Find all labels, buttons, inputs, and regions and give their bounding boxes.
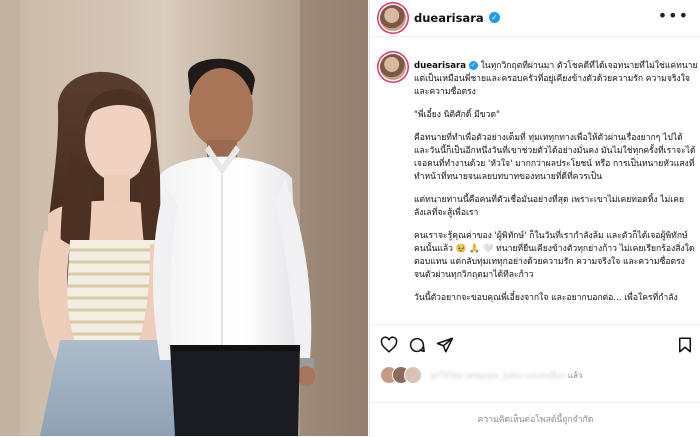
author-username[interactable]: duearisara bbox=[414, 11, 484, 25]
caption-avatar[interactable] bbox=[380, 54, 406, 80]
post-header: duearisara ✓ ••• bbox=[370, 0, 700, 37]
more-icon[interactable]: ••• bbox=[658, 6, 689, 25]
comment-icon[interactable] bbox=[408, 336, 426, 354]
post-sidebar: duearisara ✓ ••• duearisara ✓ ในทุกวิกฤต… bbox=[369, 0, 700, 436]
post-caption: duearisara ✓ ในทุกวิกฤตที่ผ่านมา ตัวโชคด… bbox=[414, 60, 698, 322]
comments-limited-notice: ความคิดเห็นต่อโพสต์นี้ถูกจำกัด bbox=[370, 402, 700, 437]
post-image bbox=[0, 0, 368, 436]
likes-summary[interactable]: ถูกใจโดย lalapopo_baby และคนอื่นๆ แล้ว bbox=[378, 364, 698, 390]
likes-blurred: ถูกใจโดย lalapopo_baby และคนอื่นๆ bbox=[430, 371, 566, 380]
liker-avatar bbox=[404, 366, 422, 384]
caption-paragraph-5: คนเราจะรู้คุณค่าของ 'ผู้พิทักษ์' ก็ในวัน… bbox=[414, 231, 695, 280]
caption-paragraph-3: คือทนายที่ทำเพื่อตัวอย่างเต็มที่ ทุ่มเทท… bbox=[414, 133, 696, 182]
post-actions bbox=[370, 324, 700, 363]
verified-icon: ✓ bbox=[468, 61, 478, 70]
post-photo[interactable] bbox=[0, 0, 368, 436]
bookmark-icon[interactable] bbox=[676, 336, 694, 354]
verified-icon: ✓ bbox=[489, 12, 500, 23]
caption-paragraph-6: วันนี้ตัวอยากจะขอบคุณพี่เอี๋ยงจากใจ และอ… bbox=[414, 293, 678, 303]
caption-username[interactable]: duearisara bbox=[414, 61, 466, 71]
author-avatar[interactable] bbox=[380, 5, 406, 31]
likes-suffix: แล้ว bbox=[567, 371, 583, 380]
likes-text: ถูกใจโดย lalapopo_baby และคนอื่นๆ แล้ว bbox=[430, 369, 690, 382]
heart-icon[interactable] bbox=[380, 336, 398, 354]
caption-paragraph-2: "พี่เอี๋ยง นิติศักดิ์ มีขวด" bbox=[414, 110, 501, 120]
caption-paragraph-4: แต่ทนายท่านนี้คือคนที่ตัวเชื่อมั่นอย่างท… bbox=[414, 195, 684, 218]
share-icon[interactable] bbox=[436, 336, 454, 354]
